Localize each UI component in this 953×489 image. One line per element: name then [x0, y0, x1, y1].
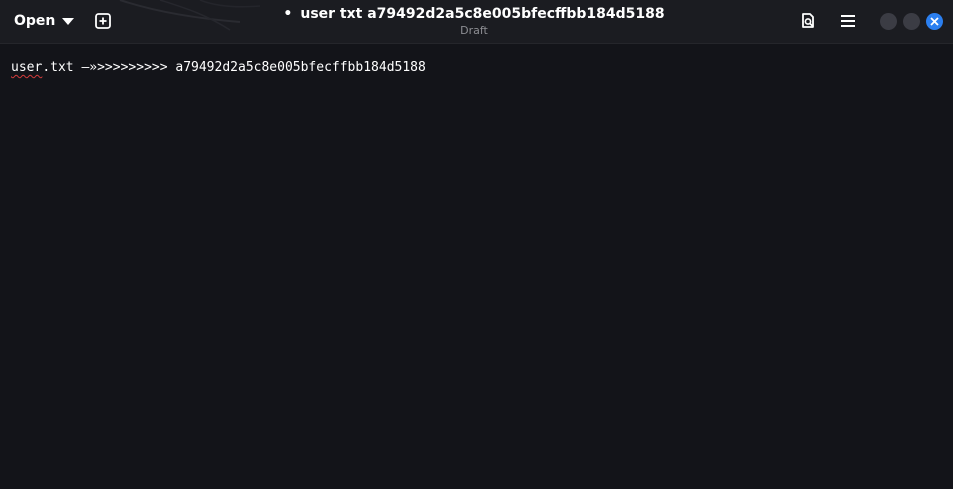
unsaved-indicator: • — [283, 6, 293, 22]
minimize-button[interactable] — [880, 13, 897, 30]
text-editor-area[interactable]: user.txt —»>>>>>>>>> a79492d2a5c8e005bfe… — [0, 44, 953, 489]
document-search-icon — [802, 13, 814, 28]
new-document-button[interactable] — [89, 7, 117, 35]
hamburger-menu-icon — [841, 15, 855, 27]
open-menu-button[interactable]: Open — [6, 7, 82, 35]
misspelled-word: user — [11, 60, 43, 75]
window-title: user txt a79492d2a5c8e005bfecffbb184d518… — [300, 6, 665, 22]
filename-extension: .txt — [42, 60, 74, 75]
close-icon — [930, 17, 939, 26]
tab-marker: —»>>>>>>>>> — [73, 60, 176, 75]
text-editor-window: Open • user txt a79492d2a5c8e005bfecffbb… — [0, 0, 953, 489]
hash-value: a79492d2a5c8e005bfecffbb184d5188 — [175, 60, 426, 75]
window-title-area: • user txt a79492d2a5c8e005bfecffbb184d5… — [200, 4, 748, 38]
new-tab-icon — [95, 13, 111, 29]
maximize-button[interactable] — [903, 13, 920, 30]
headerbar: Open • user txt a79492d2a5c8e005bfecffbb… — [0, 0, 953, 44]
chevron-down-icon — [62, 18, 75, 25]
window-subtitle: Draft — [460, 24, 488, 37]
close-button[interactable] — [926, 13, 943, 30]
main-menu-button[interactable] — [834, 7, 862, 35]
open-button-label: Open — [14, 13, 56, 29]
search-button[interactable] — [794, 7, 822, 35]
editor-line-1[interactable]: user.txt —»>>>>>>>>> a79492d2a5c8e005bfe… — [11, 59, 426, 76]
